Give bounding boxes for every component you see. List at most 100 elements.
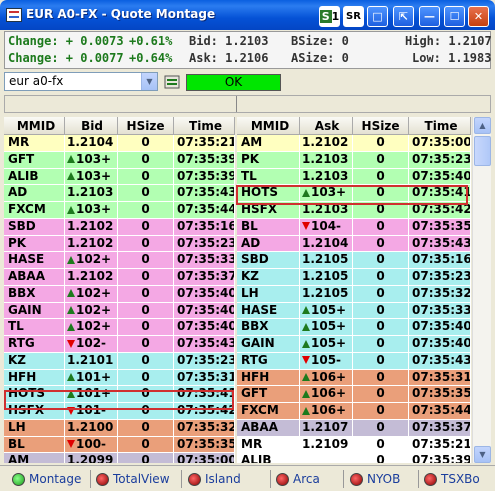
bid-row[interactable]: FXCM 103+ 0 07:35:44 bbox=[4, 202, 235, 219]
high-value: High: 1.2107 bbox=[405, 34, 492, 48]
bid-row[interactable]: KZ 1.2101 0 07:35:23 bbox=[4, 352, 235, 370]
bid-row[interactable]: MR 1.2104 0 07:35:21 bbox=[4, 135, 235, 152]
size-cell: 0 bbox=[353, 403, 409, 419]
link-icon[interactable] bbox=[164, 75, 180, 89]
bid-row[interactable]: BBX 102+ 0 07:35:40 bbox=[4, 285, 235, 303]
minimize-icon[interactable]: — bbox=[419, 6, 440, 27]
tab-island[interactable]: Island bbox=[188, 469, 241, 489]
column-header-time[interactable]: Time bbox=[174, 117, 235, 134]
tab-tsxbo[interactable]: TSXBo bbox=[424, 469, 480, 489]
ask-table-header: MMID Ask HSize Time bbox=[237, 117, 471, 135]
vertical-scrollbar[interactable]: ▲ ▼ bbox=[472, 117, 491, 463]
column-header-mmid[interactable]: MMID bbox=[237, 117, 300, 134]
bid-row[interactable]: SBD 1.2102 0 07:35:16 bbox=[4, 218, 235, 236]
sr-toggle-icon[interactable]: SR bbox=[343, 6, 364, 27]
bid-row[interactable]: RTG 102- 0 07:35:43 bbox=[4, 336, 235, 353]
bid-row[interactable]: AD 1.2103 0 07:35:43 bbox=[4, 185, 235, 202]
column-header-mmid[interactable]: MMID bbox=[4, 117, 65, 134]
size-cell-text: 0 bbox=[141, 218, 150, 233]
time-cell-text: 07:35:23 bbox=[177, 352, 235, 367]
price-cell: 1.2104 bbox=[65, 135, 118, 151]
ask-row[interactable]: HFH 106+ 0 07:35:31 bbox=[237, 369, 471, 387]
ask-row[interactable]: PK 1.2103 0 07:35:23 bbox=[237, 151, 471, 169]
level1-toggle-icon[interactable]: S1 bbox=[319, 6, 340, 27]
price-cell-text: 1.2100 bbox=[67, 419, 114, 434]
bid-row[interactable]: HASE 102+ 0 07:35:33 bbox=[4, 252, 235, 269]
ask-row[interactable]: HASE 105+ 0 07:35:33 bbox=[237, 302, 471, 320]
time-cell: 07:35:31 bbox=[174, 369, 235, 386]
time-cell-text: 07:35:44 bbox=[412, 403, 471, 417]
column-header-hsize[interactable]: HSize bbox=[353, 117, 409, 134]
bid-row[interactable]: ABAA 1.2102 0 07:35:37 bbox=[4, 269, 235, 286]
bid-row[interactable]: BL 100- 0 07:35:35 bbox=[4, 436, 235, 454]
scroll-down-icon[interactable]: ▼ bbox=[474, 446, 491, 463]
tick-up-icon bbox=[67, 306, 75, 314]
bid-row[interactable]: GFT 103+ 0 07:35:39 bbox=[4, 151, 235, 169]
time-cell: 07:35:35 bbox=[409, 218, 471, 235]
ask-row[interactable]: TL 1.2103 0 07:35:40 bbox=[237, 168, 471, 186]
size-cell: 0 bbox=[353, 252, 409, 268]
bid-row[interactable]: TL 102+ 0 07:35:40 bbox=[4, 319, 235, 336]
tab-arca[interactable]: Arca bbox=[276, 469, 320, 489]
ask-row[interactable]: KZ 1.2105 0 07:35:23 bbox=[237, 269, 471, 286]
ask-row[interactable]: AD 1.2104 0 07:35:43 bbox=[237, 235, 471, 253]
time-cell-text: 07:35:42 bbox=[412, 202, 471, 216]
market-maker-id: AM bbox=[237, 135, 300, 151]
maximize-icon[interactable]: ☐ bbox=[444, 6, 465, 27]
ask-row[interactable]: ALIB 0 07:35:39 bbox=[237, 453, 471, 463]
page-icon[interactable]: □ bbox=[367, 6, 388, 27]
size-cell: 0 bbox=[353, 386, 409, 402]
price-cell-text: 1.2103 bbox=[302, 151, 349, 166]
popout-icon[interactable]: ⇱ bbox=[393, 6, 414, 27]
market-maker-id: SBD bbox=[4, 218, 65, 235]
bid-row[interactable]: GAIN 102+ 0 07:35:40 bbox=[4, 302, 235, 320]
scroll-thumb[interactable] bbox=[474, 136, 491, 166]
ask-row[interactable]: HSFX 1.2103 0 07:35:42 bbox=[237, 202, 471, 219]
scroll-up-icon[interactable]: ▲ bbox=[474, 117, 491, 134]
time-cell-text: 07:35:21 bbox=[177, 135, 235, 149]
bid-row[interactable]: PK 1.2102 0 07:35:23 bbox=[4, 235, 235, 253]
price-cell-text: 103+ bbox=[76, 168, 112, 183]
size-cell: 0 bbox=[353, 302, 409, 319]
price-cell-text: 1.2102 bbox=[302, 135, 349, 149]
bid-row[interactable]: AM 1.2099 0 07:35:00 bbox=[4, 453, 235, 463]
ask-row[interactable]: ABAA 1.2107 0 07:35:37 bbox=[237, 419, 471, 437]
bid-row[interactable]: HFH 101+ 0 07:35:31 bbox=[4, 369, 235, 387]
ask-row[interactable]: LH 1.2105 0 07:35:32 bbox=[237, 285, 471, 303]
bid-table-header: MMID Bid HSize Time bbox=[4, 117, 235, 135]
bid-row[interactable]: HSFX 101- 0 07:35:42 bbox=[4, 403, 235, 420]
ask-row[interactable]: HOTS 103+ 0 07:35:41 bbox=[237, 185, 471, 202]
column-header-time[interactable]: Time bbox=[409, 117, 471, 134]
ask-row[interactable]: BBX 105+ 0 07:35:40 bbox=[237, 319, 471, 336]
symbol-dropdown[interactable]: eur a0-fx ▼ bbox=[4, 72, 158, 91]
ask-row[interactable]: RTG 105- 0 07:35:43 bbox=[237, 352, 471, 370]
change-close-pct: +0.64% bbox=[129, 51, 173, 65]
bid-row[interactable]: HOTS 101+ 0 07:35:41 bbox=[4, 386, 235, 403]
bid-row[interactable]: LH 1.2100 0 07:35:32 bbox=[4, 419, 235, 437]
ask-row[interactable]: MR 1.2109 0 07:35:21 bbox=[237, 436, 471, 454]
size-cell: 0 bbox=[353, 202, 409, 218]
size-cell: 0 bbox=[118, 336, 174, 352]
market-maker-id: ABAA bbox=[4, 269, 65, 285]
splitter-bar[interactable] bbox=[4, 95, 491, 113]
ask-row[interactable]: SBD 1.2105 0 07:35:16 bbox=[237, 252, 471, 269]
close-icon[interactable]: ✕ bbox=[468, 6, 489, 27]
ask-row[interactable]: AM 1.2102 0 07:35:00 bbox=[237, 135, 471, 152]
tab-nyob[interactable]: NYOB bbox=[350, 469, 400, 489]
size-cell: 0 bbox=[118, 269, 174, 285]
time-cell: 07:35:16 bbox=[174, 218, 235, 235]
price-cell-text: 102+ bbox=[76, 319, 112, 334]
ask-row[interactable]: GFT 106+ 0 07:35:35 bbox=[237, 386, 471, 403]
ask-row[interactable]: FXCM 106+ 0 07:35:44 bbox=[237, 403, 471, 420]
ask-row[interactable]: GAIN 105+ 0 07:35:40 bbox=[237, 336, 471, 353]
size-cell: 0 bbox=[118, 252, 174, 268]
chevron-down-icon[interactable]: ▼ bbox=[141, 73, 157, 90]
ask-row[interactable]: BL 104- 0 07:35:35 bbox=[237, 218, 471, 236]
column-header-ask[interactable]: Ask bbox=[300, 117, 353, 134]
column-header-hsize[interactable]: HSize bbox=[118, 117, 174, 134]
tab-montage[interactable]: Montage bbox=[12, 469, 81, 489]
column-header-bid[interactable]: Bid bbox=[65, 117, 118, 134]
tab-totalview[interactable]: TotalView bbox=[96, 469, 170, 489]
bid-row[interactable]: ALIB 103+ 0 07:35:39 bbox=[4, 168, 235, 186]
price-cell-text: 104- bbox=[311, 218, 342, 233]
